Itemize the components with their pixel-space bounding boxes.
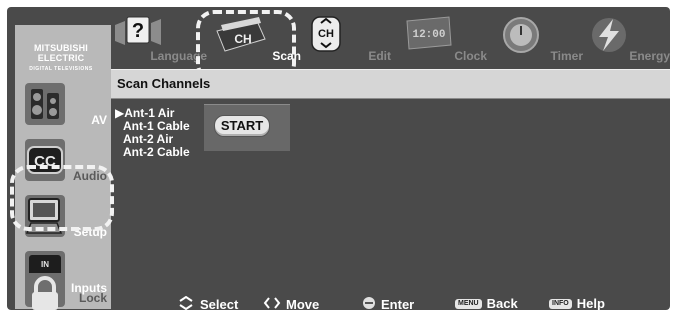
start-button[interactable]: START [214,115,270,137]
svg-text:12:00: 12:00 [412,29,445,41]
channel-source-list: ▶Ant-1 Air Ant-1 Cable Ant-2 Air Ant-2 C… [115,107,190,159]
sidebar-item-lock-visual[interactable]: Lock [15,269,111,310]
tab-edit[interactable]: CH Edit [307,9,391,67]
tab-language[interactable]: ? Language [111,9,207,67]
tab-energy[interactable]: Energy [585,9,670,67]
button-legend: Select Move Enter MENU Back INFO Help [177,295,667,310]
legend-enter: Enter [362,296,414,310]
menu-key-icon: MENU [455,299,482,309]
svg-text:CH: CH [318,28,334,40]
sidebar-item-av[interactable]: AV [15,77,111,133]
brand-logo: MITSUBISHI ELECTRIC DIGITAL TELEVISIONS [29,43,93,72]
list-item-ant2-cable[interactable]: Ant-2 Cable [115,146,190,159]
digital-clock-icon: 12:00 [405,15,453,56]
legend-select: Select [177,295,238,310]
energy-bolt-icon [589,15,629,60]
svg-text:?: ? [132,20,144,42]
selection-arrow-icon: ▶ [115,106,125,120]
start-panel: START [204,104,290,151]
speakers-icon [25,83,65,125]
setup-highlight-ring [10,165,114,231]
padlock-icon [25,273,65,310]
up-down-arrows-icon [177,295,195,310]
timer-dial-icon [501,15,541,60]
enter-button-icon [362,296,376,310]
legend-back: MENU Back [455,296,518,310]
tab-clock[interactable]: 12:00 Clock [395,9,487,67]
legend-move: Move [263,296,319,310]
svg-text:IN: IN [41,260,49,269]
tab-timer[interactable]: Timer [493,9,583,67]
info-key-icon: INFO [549,299,572,309]
settings-screen: MITSUBISHI ELECTRIC DIGITAL TELEVISIONS … [7,7,670,310]
legend-help: INFO Help [549,296,605,310]
top-menu: ? Language CH Scan CH Edit 12:00 Clock T… [111,7,670,69]
page-title: Scan Channels [111,69,670,99]
left-right-arrows-icon [263,296,281,310]
channel-edit-icon: CH [309,15,343,58]
